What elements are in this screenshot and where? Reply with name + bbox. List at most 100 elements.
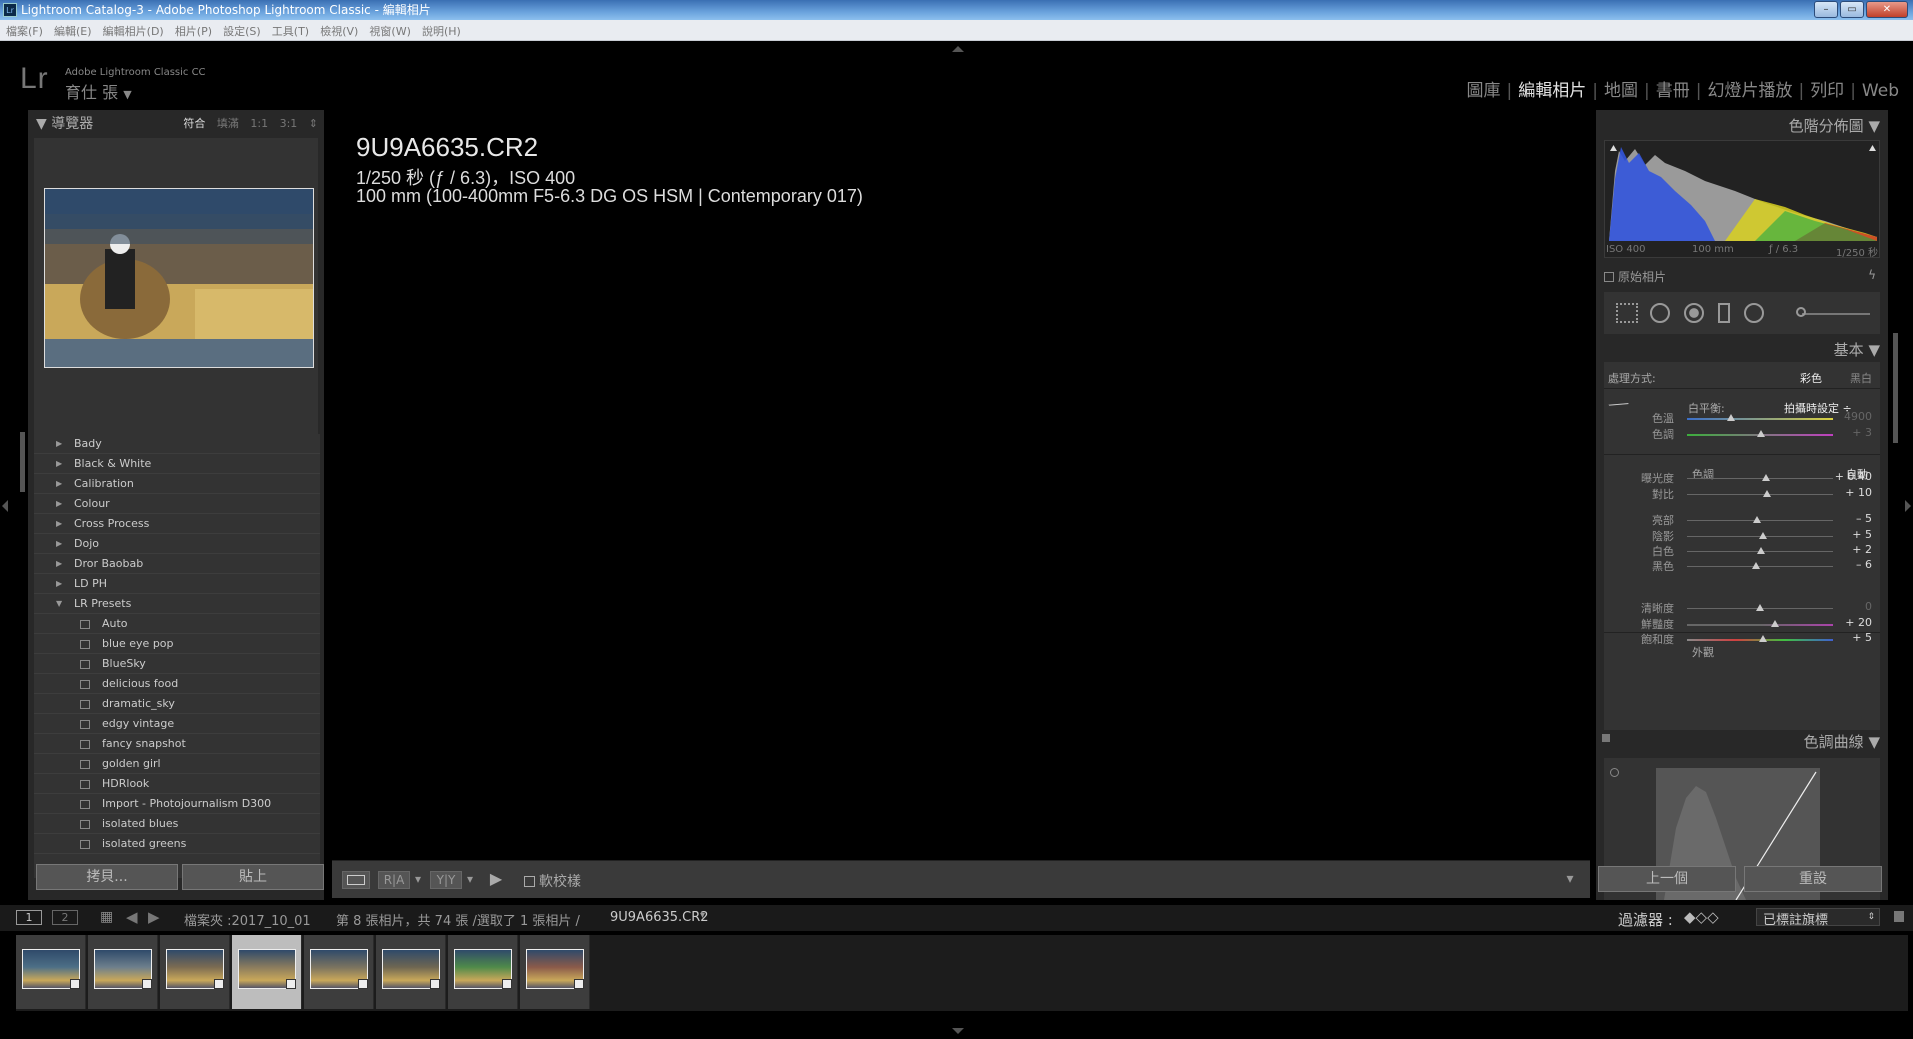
histogram[interactable] xyxy=(1604,140,1880,258)
image-view[interactable]: 9U9A6635.CR2 1/250 秒 (ƒ / 6.3)，ISO 400 1… xyxy=(332,110,1590,860)
filmstrip-thumbnail[interactable] xyxy=(232,935,302,1009)
module-5[interactable]: 列印 xyxy=(1804,81,1850,101)
slider-value[interactable]: + 10 xyxy=(1845,486,1872,499)
loupe-view-button[interactable] xyxy=(342,871,370,889)
treatment-bw-option[interactable]: 黑白 xyxy=(1850,370,1872,386)
preset-folder[interactable]: ▶ Cross Process xyxy=(34,514,320,534)
bottom-panel-toggle-icon[interactable] xyxy=(952,1028,964,1034)
preset-item[interactable]: blue eye pop xyxy=(34,634,320,654)
slider-thumb[interactable] xyxy=(1757,430,1766,437)
preset-folder[interactable]: ▶ LD PH xyxy=(34,574,320,594)
preset-item[interactable]: isolated blues xyxy=(34,814,320,834)
zoom-stepper-icon[interactable]: ⇕ xyxy=(309,117,318,130)
slider-thumb[interactable] xyxy=(1761,474,1770,481)
slider-value[interactable]: – 5 xyxy=(1856,512,1872,525)
preset-item[interactable]: HDRlook xyxy=(34,774,320,794)
filmstrip-thumbnail[interactable] xyxy=(88,935,158,1009)
filmstrip-thumbnail[interactable] xyxy=(304,935,374,1009)
reset-button[interactable]: 重設 xyxy=(1744,866,1882,892)
minimize-button[interactable]: – xyxy=(1814,1,1838,18)
toolbar-options-chevron-icon[interactable]: ▾ xyxy=(1562,871,1578,889)
menu-item-tools[interactable]: 工具(T) xyxy=(266,22,309,42)
module-4[interactable]: 幻燈片播放 xyxy=(1701,81,1798,101)
adjustment-brush-icon[interactable] xyxy=(1796,307,1806,317)
menu-item-help[interactable]: 說明(H) xyxy=(416,22,461,42)
menu-item-settings[interactable]: 設定(S) xyxy=(217,22,261,42)
slider-thumb[interactable] xyxy=(1758,635,1767,642)
slider-track[interactable] xyxy=(1687,478,1833,479)
page-2-button[interactable]: 2 xyxy=(52,910,78,925)
folder-source-label[interactable]: 檔案夾 :2017_10_01 xyxy=(184,910,311,929)
filter-select[interactable]: 已標註旗標 ⇕ xyxy=(1756,908,1880,928)
forward-arrow-icon[interactable]: ▶ xyxy=(148,908,160,926)
preset-folder[interactable]: ▶ Colour xyxy=(34,494,320,514)
original-photo-checkbox[interactable] xyxy=(1604,272,1614,282)
basic-header[interactable]: 基本 ▼ xyxy=(1596,338,1888,362)
disclosure-open-icon[interactable]: ▼ xyxy=(56,594,62,614)
slider-value[interactable]: – 6 xyxy=(1856,558,1872,571)
before-after-yy-button[interactable]: Y|Y xyxy=(430,871,462,889)
soft-proof-checkbox[interactable] xyxy=(524,876,535,887)
disclosure-closed-icon[interactable]: ▶ xyxy=(56,474,62,494)
disclosure-closed-icon[interactable]: ▶ xyxy=(56,554,62,574)
grid-view-icon[interactable]: ▦ xyxy=(100,909,113,925)
menu-item-photo[interactable]: 相片(P) xyxy=(169,22,212,42)
slider-track[interactable] xyxy=(1687,418,1833,420)
module-3[interactable]: 書冊 xyxy=(1650,81,1696,101)
slider-value[interactable]: + 3 xyxy=(1852,426,1872,439)
navigator-preview-image[interactable] xyxy=(44,188,314,368)
slider-thumb[interactable] xyxy=(1758,532,1767,539)
preset-folder[interactable]: ▼ LR Presets xyxy=(34,594,320,614)
original-photo-toggle[interactable]: 原始相片 xyxy=(1604,268,1666,285)
slider-track[interactable] xyxy=(1687,494,1833,495)
preset-folder[interactable]: ▶ Black & White xyxy=(34,454,320,474)
back-arrow-icon[interactable]: ◀ xyxy=(126,908,138,926)
filmstrip-thumbnail[interactable] xyxy=(376,935,446,1009)
menu-item-view[interactable]: 檢視(V) xyxy=(314,22,358,42)
crop-icon[interactable] xyxy=(1616,303,1638,323)
disclosure-closed-icon[interactable]: ▶ xyxy=(56,514,62,534)
previous-button[interactable]: 上一個 xyxy=(1598,866,1736,892)
radial-filter-icon[interactable] xyxy=(1744,303,1764,323)
slider-thumb[interactable] xyxy=(1770,620,1779,627)
histogram-header[interactable]: 色階分佈圖 ▼ xyxy=(1596,114,1888,138)
slider-thumb[interactable] xyxy=(1726,414,1735,421)
spot-removal-icon[interactable] xyxy=(1650,303,1670,323)
slider-thumb[interactable] xyxy=(1757,547,1766,554)
paste-button[interactable]: 貼上 xyxy=(182,864,324,890)
zoom-fill[interactable]: 填滿 xyxy=(217,117,239,130)
zoom-3-1[interactable]: 3:1 xyxy=(280,117,298,130)
slider-track[interactable] xyxy=(1687,566,1833,567)
slider-value[interactable]: + 5 xyxy=(1852,528,1872,541)
navigator-header[interactable]: ▼ 導覽器 符合 填滿 1:1 3:1 ⇕ xyxy=(28,110,324,132)
filmstrip-thumbnail[interactable] xyxy=(520,935,590,1009)
slider-value[interactable]: + 0.40 xyxy=(1835,470,1872,483)
treatment-color-option[interactable]: 彩色 xyxy=(1800,370,1822,386)
menu-item-window[interactable]: 視窗(W) xyxy=(363,22,410,42)
preset-item[interactable]: edgy vintage xyxy=(34,714,320,734)
filter-lock-icon[interactable] xyxy=(1894,911,1904,922)
zoom-fit[interactable]: 符合 xyxy=(183,117,205,130)
slider-thumb[interactable] xyxy=(1763,490,1772,497)
zoom-1-1[interactable]: 1:1 xyxy=(250,117,268,130)
slider-value[interactable]: + 2 xyxy=(1852,543,1872,556)
left-panel-toggle-icon[interactable] xyxy=(2,500,8,512)
preset-folder[interactable]: ▶ Calibration xyxy=(34,474,320,494)
disclosure-closed-icon[interactable]: ▶ xyxy=(56,574,62,594)
left-panel-scrollbar[interactable] xyxy=(20,432,25,492)
disclosure-closed-icon[interactable]: ▶ xyxy=(56,494,62,514)
page-1-button[interactable]: 1 xyxy=(16,910,42,925)
before-after-button[interactable]: R|A xyxy=(378,871,410,889)
menu-item-file[interactable]: 檔案(F) xyxy=(0,22,43,42)
module-6[interactable]: Web xyxy=(1856,81,1905,101)
preset-item[interactable]: golden girl xyxy=(34,754,320,774)
slider-thumb[interactable] xyxy=(1756,604,1764,611)
filmstrip-thumbnail[interactable] xyxy=(16,935,86,1009)
flag-filter-icons[interactable]: ◆◇◇ xyxy=(1684,908,1719,926)
slider-track[interactable] xyxy=(1687,624,1833,626)
slider-value[interactable]: 0 xyxy=(1865,600,1872,613)
user-name[interactable]: 育仕 張 ▼ xyxy=(65,79,132,103)
tone-curve-header[interactable]: 色調曲線 ▼ xyxy=(1596,730,1888,754)
disclosure-closed-icon[interactable]: ▶ xyxy=(56,534,62,554)
soft-proof-toggle[interactable]: 軟校樣 xyxy=(524,871,581,891)
